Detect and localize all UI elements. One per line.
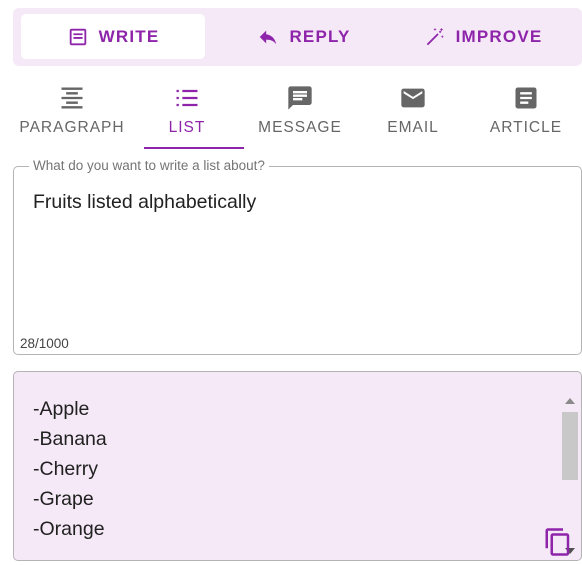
notes-icon bbox=[69, 28, 86, 45]
tab-article-label: ARTICLE bbox=[489, 119, 563, 136]
mode-selector: WRITE REPLY IMPROVE bbox=[13, 8, 582, 66]
copy-icon bbox=[545, 528, 570, 556]
prompt-input-label: What do you want to write a list about? bbox=[29, 158, 269, 173]
reply-mode-button[interactable]: REPLY bbox=[219, 14, 389, 59]
improve-mode-button[interactable]: IMPROVE bbox=[408, 14, 558, 59]
reply-mode-label: REPLY bbox=[289, 26, 351, 46]
article-icon bbox=[515, 87, 537, 109]
tab-paragraph[interactable]: PARAGRAPH bbox=[15, 78, 129, 150]
tab-email[interactable]: EMAIL bbox=[356, 78, 470, 150]
tab-message[interactable]: MESSAGE bbox=[243, 78, 357, 150]
scroll-up-arrow-icon[interactable] bbox=[565, 398, 575, 404]
content-type-tabs: PARAGRAPH LIST MESSAGE EMAIL ARTICLE bbox=[15, 78, 582, 150]
envelope-icon bbox=[401, 88, 425, 108]
generated-output: -Apple -Banana -Cherry -Grape -Orange bbox=[13, 371, 582, 561]
chat-bubble-icon bbox=[288, 86, 312, 110]
magic-wand-icon bbox=[426, 27, 444, 45]
tab-paragraph-label: PARAGRAPH bbox=[19, 119, 125, 136]
output-list: -Apple -Banana -Cherry -Grape -Orange bbox=[33, 394, 107, 544]
tab-article[interactable]: ARTICLE bbox=[469, 78, 582, 150]
write-mode-label: WRITE bbox=[98, 26, 160, 46]
tab-list[interactable]: LIST bbox=[130, 78, 244, 150]
character-counter: 28/1000 bbox=[20, 336, 69, 351]
improve-mode-label: IMPROVE bbox=[455, 26, 543, 46]
scrollbar-thumb[interactable] bbox=[562, 412, 578, 480]
output-list-item: -Grape bbox=[33, 488, 94, 510]
output-list-item: -Cherry bbox=[33, 458, 99, 480]
reply-arrow-icon bbox=[260, 30, 277, 44]
output-list-item: -Orange bbox=[33, 518, 105, 540]
list-icon bbox=[176, 89, 198, 107]
prompt-input[interactable]: What do you want to write a list about? … bbox=[13, 158, 582, 355]
prompt-input-value[interactable]: Fruits listed alphabetically bbox=[33, 191, 256, 214]
tab-list-label: LIST bbox=[168, 119, 206, 136]
tab-email-label: EMAIL bbox=[387, 119, 439, 136]
align-center-icon bbox=[61, 87, 83, 109]
tab-message-label: MESSAGE bbox=[258, 119, 342, 136]
active-tab-indicator bbox=[144, 147, 244, 149]
copy-button[interactable] bbox=[543, 527, 573, 557]
output-list-item: -Banana bbox=[33, 428, 107, 450]
write-mode-button[interactable]: WRITE bbox=[21, 14, 205, 59]
output-list-item: -Apple bbox=[33, 398, 90, 420]
